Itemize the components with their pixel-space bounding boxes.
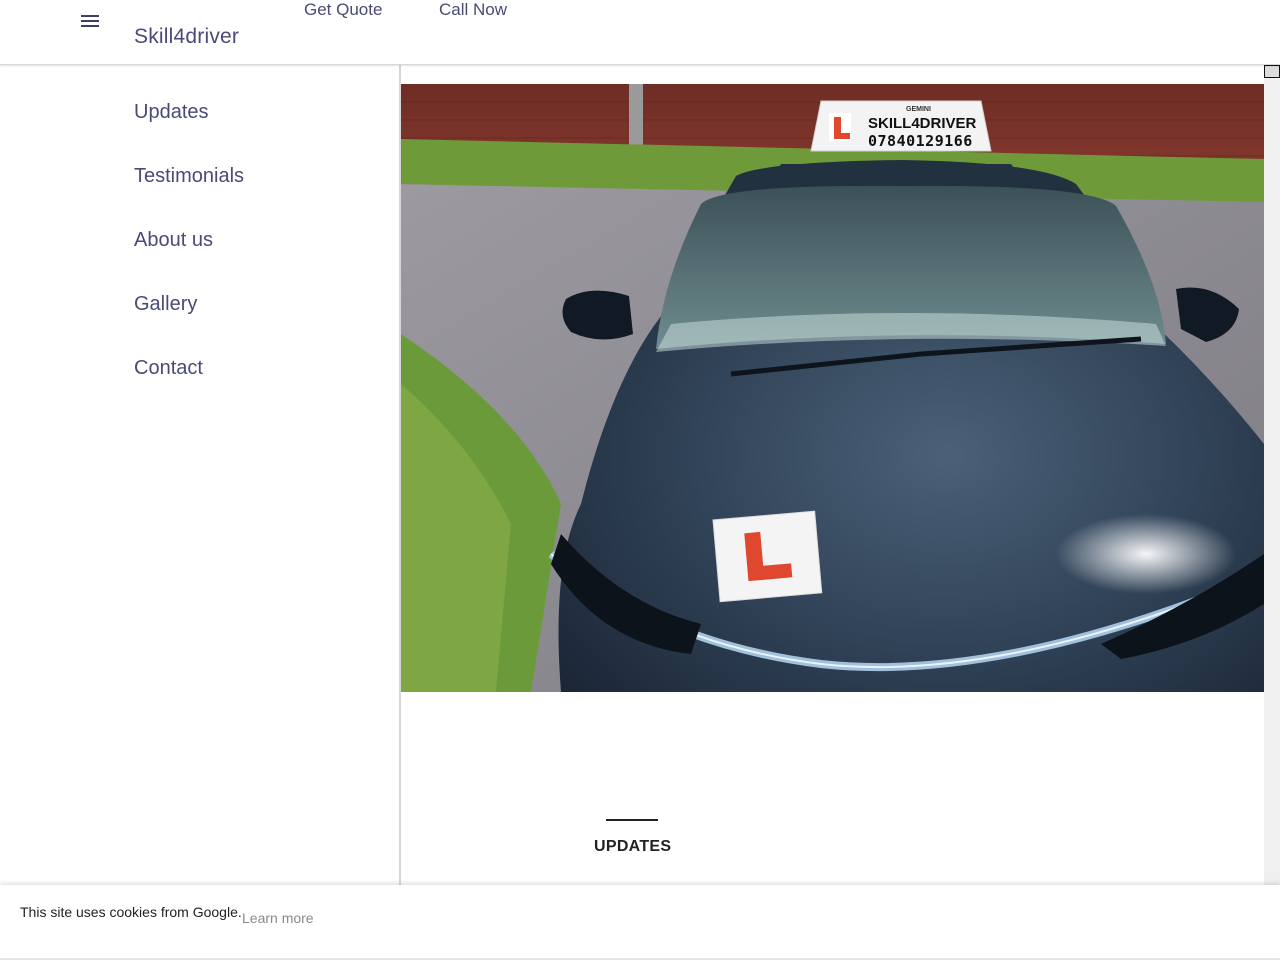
cookie-banner: This site uses cookies from Google. Lear… (0, 885, 1280, 960)
section-title-updates: UPDATES (594, 838, 672, 855)
sidebar-item-testimonials[interactable]: Testimonials (134, 165, 244, 188)
roof-sign-brand: GEMINI (906, 106, 931, 113)
main-content: GEMINI SKILL4DRIVER 07840129166 UPDATES (401, 65, 1264, 885)
call-now-link[interactable]: Call Now (439, 0, 507, 20)
hamburger-menu-icon[interactable] (78, 12, 102, 30)
learn-more-link[interactable]: Learn more (242, 910, 314, 926)
cookie-notice-text: This site uses cookies from Google. (20, 904, 242, 920)
roof-sign-phone: 07840129166 (868, 132, 973, 150)
site-title[interactable]: Skill4driver (134, 25, 239, 49)
hero-image: GEMINI SKILL4DRIVER 07840129166 (401, 84, 1264, 692)
section-divider (606, 819, 658, 821)
sidebar-nav: Updates Testimonials About us Gallery Co… (0, 65, 401, 885)
sidebar-item-gallery[interactable]: Gallery (134, 293, 197, 316)
sidebar-item-about-us[interactable]: About us (134, 229, 213, 252)
sidebar-item-updates[interactable]: Updates (134, 101, 209, 124)
roof-sign-name: SKILL4DRIVER (868, 115, 977, 132)
scrollbar-track[interactable] (1264, 65, 1280, 885)
scrollbar-thumb[interactable] (1264, 65, 1280, 78)
sidebar-item-contact[interactable]: Contact (134, 357, 203, 380)
top-app-bar: Skill4driver Get Quote Call Now (0, 0, 1280, 65)
get-quote-link[interactable]: Get Quote (304, 0, 382, 20)
